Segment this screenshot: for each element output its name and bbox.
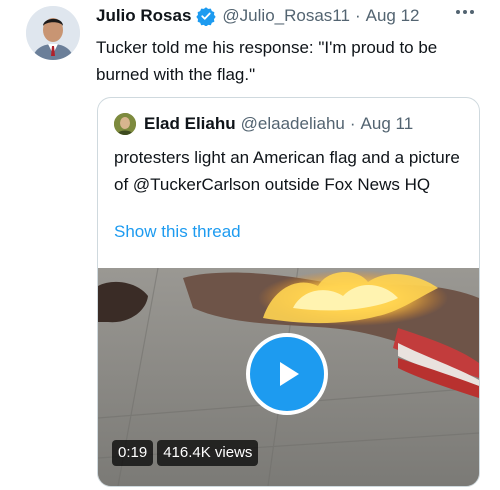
tweet-date[interactable]: Aug 12 xyxy=(366,6,420,26)
separator-dot: · xyxy=(354,6,361,25)
video-info: 0:19 416.4K views xyxy=(112,440,259,466)
quoted-author-handle: @elaadeliahu xyxy=(240,114,345,133)
show-thread-link[interactable]: Show this thread xyxy=(114,222,241,242)
quoted-tweet-date: Aug 11 xyxy=(360,114,414,133)
video-duration: 0:19 xyxy=(112,440,154,466)
tweet-text: Tucker told me his response: "I'm proud … xyxy=(96,38,438,84)
play-icon xyxy=(280,362,299,386)
author-avatar[interactable] xyxy=(26,6,80,60)
quoted-author-name: Elad Eliahu xyxy=(144,114,236,133)
quoted-tweet-text: protesters light an American flag and a … xyxy=(114,148,460,194)
tweet: Julio Rosas @Julio_Rosas11 · Aug 12 Tuck… xyxy=(0,0,500,490)
author-name[interactable]: Julio Rosas xyxy=(96,6,191,26)
video-player[interactable]: 0:19 416.4K views xyxy=(98,268,479,486)
verified-badge-icon xyxy=(196,6,217,26)
quoted-tweet[interactable]: Elad Eliahu @elaadeliahu · Aug 11 protes… xyxy=(97,97,480,487)
more-options-icon[interactable] xyxy=(456,6,480,18)
author-handle[interactable]: @Julio_Rosas11 xyxy=(222,6,350,26)
tweet-header: Julio Rosas @Julio_Rosas11 · Aug 12 xyxy=(96,3,480,29)
play-button[interactable] xyxy=(246,333,328,415)
quoted-author-avatar xyxy=(114,113,136,135)
video-views: 416.4K views xyxy=(157,440,259,466)
quoted-tweet-header: Elad Eliahu @elaadeliahu · Aug 11 xyxy=(114,112,469,136)
quoted-separator-dot: · xyxy=(349,114,356,133)
